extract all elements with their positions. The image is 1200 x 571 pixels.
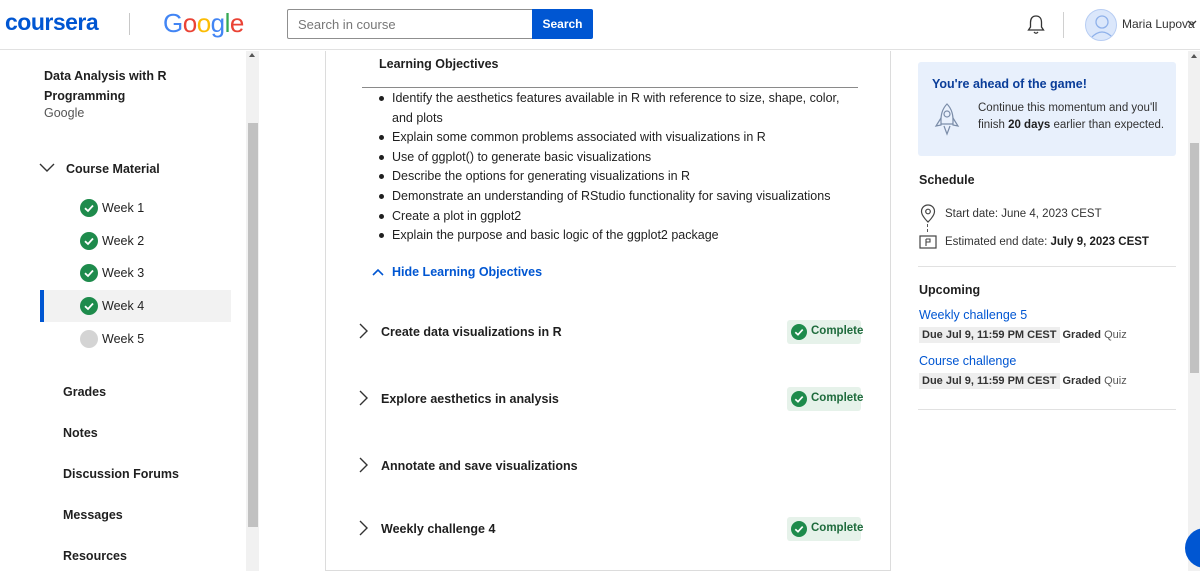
list-item: Explain the purpose and basic logic of t… [378,226,858,246]
divider [918,266,1176,267]
coursera-logo[interactable]: coursera [5,9,99,36]
sidebar-item-discussion-forums[interactable]: Discussion Forums [63,467,179,481]
hide-learning-objectives-button[interactable]: Hide Learning Objectives [372,265,542,279]
due-badge: Due Jul 9, 11:59 PM CEST [919,327,1060,343]
module-explore-aesthetics[interactable]: Explore aesthetics in analysis Complete [355,379,875,419]
check-circle-icon [80,264,98,282]
week-label: Week 1 [102,201,145,215]
rocket-icon [934,103,960,136]
status-badge: Complete [787,320,864,344]
sidebar-item-messages[interactable]: Messages [63,508,123,522]
upcoming-title: Upcoming [919,283,981,297]
list-item: Describe the options for generating visu… [378,167,858,187]
due-badge: Due Jul 9, 11:59 PM CEST [919,373,1060,389]
course-title[interactable]: Data Analysis with R Programming [44,66,224,106]
learning-objectives-title: Learning Objectives [379,57,499,71]
scroll-up-arrow-icon[interactable] [1191,54,1197,58]
sidebar-item-notes[interactable]: Notes [63,426,98,440]
status-badge: Complete [787,387,864,411]
module-title: Weekly challenge 4 [381,522,496,536]
chevron-right-icon [359,323,368,339]
scroll-up-arrow-icon[interactable] [249,53,255,57]
week-label: Week 2 [102,234,145,248]
bell-icon[interactable] [1026,14,1046,36]
list-item: Identify the aesthetics features availab… [378,89,858,128]
learning-objectives-list: Identify the aesthetics features availab… [378,89,858,246]
check-circle-icon [80,199,98,217]
list-item: Explain some common problems associated … [378,128,858,148]
search-button[interactable]: Search [532,9,593,39]
week-label: Week 5 [102,332,145,346]
sidebar-item-grades[interactable]: Grades [63,385,106,399]
circle-icon [80,330,98,348]
course-material-toggle[interactable]: Course Material [66,162,160,176]
module-annotate-and-save[interactable]: Annotate and save visualizations [355,446,875,486]
google-logo[interactable]: Google [163,8,244,39]
check-circle-icon [80,232,98,250]
divider [918,409,1176,410]
list-item: Demonstrate an understanding of RStudio … [378,187,858,207]
status-badge: Complete [787,517,864,541]
sidebar-item-week-3[interactable]: Week 3 [70,257,230,289]
upcoming-item-meta: Due Jul 9, 11:59 PM CEST Graded Quiz [919,327,1127,343]
sidebar-item-week-5[interactable]: Week 5 [70,323,230,355]
module-title: Explore aesthetics in analysis [381,392,559,406]
divider [362,87,858,88]
avatar[interactable] [1085,9,1117,41]
week-label: Week 4 [102,299,145,313]
upcoming-item-link[interactable]: Course challenge [919,354,1016,368]
sidebar-item-week-1[interactable]: Week 1 [70,192,230,224]
module-title: Create data visualizations in R [381,325,562,339]
start-date: Start date: June 4, 2023 CEST [945,208,1102,220]
chevron-right-icon [359,390,368,406]
finish-flag-icon [919,235,937,249]
sidebar-item-week-4[interactable]: Week 4 [44,290,231,322]
chevron-right-icon [359,457,368,473]
chevron-right-icon [359,520,368,536]
module-title: Annotate and save visualizations [381,459,578,473]
end-date: Estimated end date: July 9, 2023 CEST [945,236,1149,248]
week-label: Week 3 [102,266,145,280]
upcoming-item-meta: Due Jul 9, 11:59 PM CEST Graded Quiz [919,373,1127,389]
chevron-up-icon [372,268,384,276]
logo-divider [129,13,130,35]
check-circle-icon [791,391,807,407]
status-label: Complete [811,392,864,404]
course-org: Google [44,106,85,120]
upcoming-item-link[interactable]: Weekly challenge 5 [919,308,1027,322]
module-weekly-challenge-4[interactable]: Weekly challenge 4 Complete [355,509,875,549]
ahead-title: You're ahead of the game! [932,77,1087,91]
check-circle-icon [791,324,807,340]
ahead-message: Continue this momentum and you'll finish… [978,102,1165,131]
chevron-down-icon[interactable] [39,163,55,173]
chevron-down-icon[interactable] [1187,19,1197,27]
check-circle-icon [791,521,807,537]
schedule-connector [927,224,928,232]
sidebar-scrollbar-thumb[interactable] [248,123,258,527]
sidebar-item-week-2[interactable]: Week 2 [70,225,230,257]
ahead-of-schedule-card: You're ahead of the game! Continue this … [918,62,1176,156]
schedule-title: Schedule [919,173,975,187]
sidebar-item-resources[interactable]: Resources [63,549,127,563]
search-input[interactable] [287,9,533,39]
top-header: coursera Google Search Maria Lupova [0,0,1200,50]
module-create-data-visualizations[interactable]: Create data visualizations in R Complete [355,312,875,352]
right-scrollbar-thumb[interactable] [1190,143,1199,373]
status-label: Complete [811,325,864,337]
status-label: Complete [811,522,864,534]
location-pin-icon [920,204,936,223]
hide-learning-objectives-label: Hide Learning Objectives [392,265,543,279]
list-item: Use of ggplot() to generate basic visual… [378,148,858,168]
list-item: Create a plot in ggplot2 [378,207,858,227]
check-circle-icon [80,297,98,315]
header-divider [1063,12,1064,38]
user-icon [1090,15,1114,39]
user-name[interactable]: Maria Lupova [1122,17,1195,31]
